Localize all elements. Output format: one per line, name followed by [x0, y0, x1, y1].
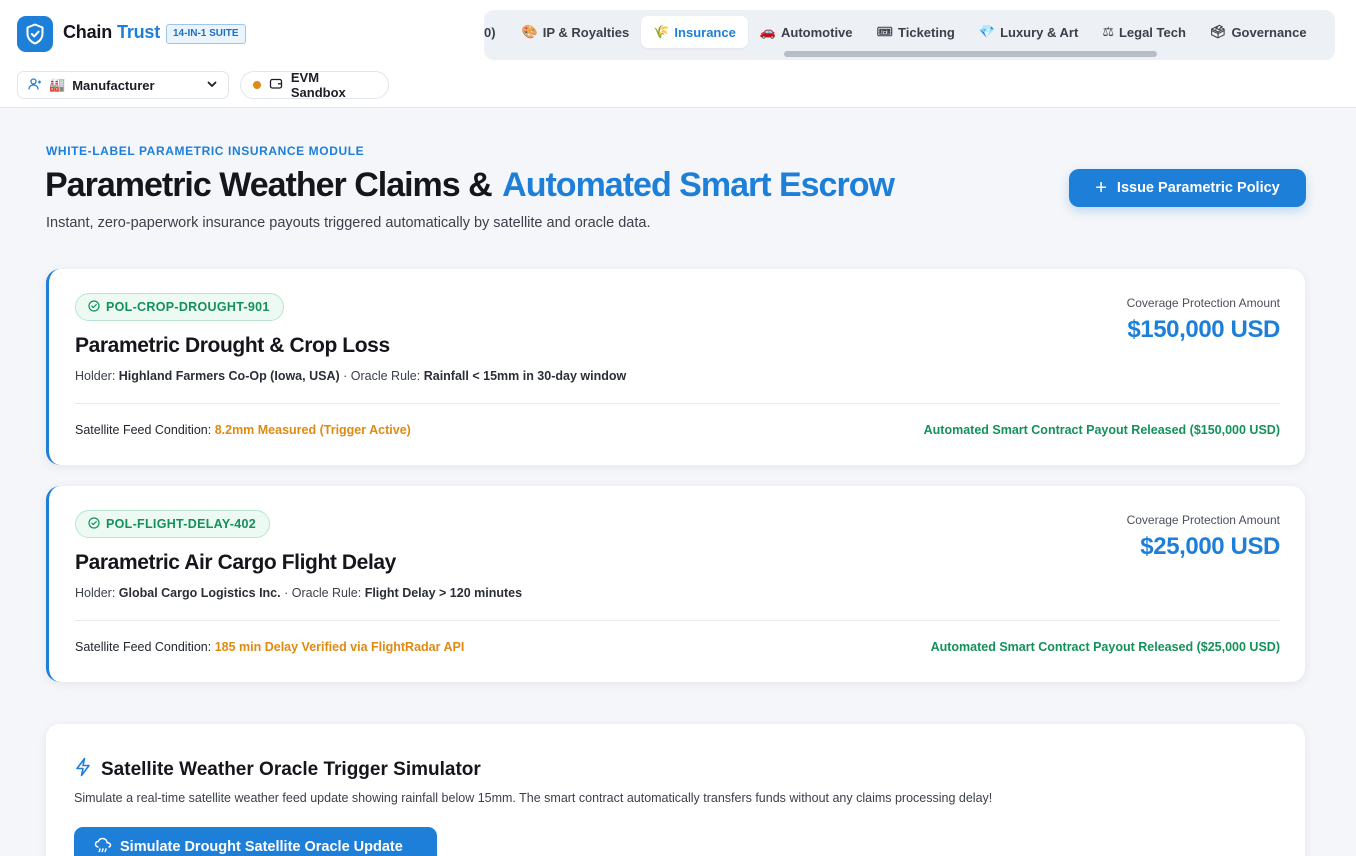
- lightning-icon: [74, 757, 92, 783]
- module-tabs: 0) 🎨 IP & Royalties 🌾 Insurance 🚗 Automotiv…: [484, 16, 1319, 48]
- tab-automotive[interactable]: 🚗 Automotive: [748, 16, 865, 48]
- feed-condition: Satellite Feed Condition: 185 min Delay …: [75, 640, 464, 654]
- payout-status: Automated Smart Contract Payout Released…: [930, 640, 1280, 654]
- palette-icon: 🎨: [521, 24, 538, 39]
- check-circle-icon: [88, 299, 100, 315]
- tab-governance[interactable]: 🗳 Governance: [1198, 16, 1319, 48]
- feed-condition: Satellite Feed Condition: 8.2mm Measured…: [75, 423, 411, 437]
- coverage-amount: $150,000 USD: [1127, 316, 1280, 343]
- brand-name[interactable]: Chain Trust: [63, 22, 160, 43]
- feed-label: Satellite Feed Condition:: [75, 640, 212, 654]
- policy-id-badge: POL-CROP-DROUGHT-901: [75, 293, 284, 321]
- feed-value: 8.2mm Measured (Trigger Active): [214, 423, 411, 437]
- tab-label: Insurance: [674, 24, 736, 40]
- network-selector[interactable]: EVM Sandbox: [240, 70, 389, 100]
- policy-id-badge: POL-FLIGHT-DELAY-402: [75, 510, 271, 538]
- ticket-icon: 🎟: [876, 24, 894, 39]
- network-status-dot: [253, 81, 261, 89]
- tab-label: 0): [484, 24, 496, 40]
- app-header: Chain Trust 14-IN-1 SUITE 🏭 Manufacturer …: [0, 0, 1356, 108]
- oracle-rule-value: Rainfall < 15mm in 30-day window: [423, 369, 627, 383]
- payout-status: Automated Smart Contract Payout Released…: [923, 423, 1280, 437]
- check-circle-icon: [88, 516, 100, 532]
- tab-label: Governance: [1231, 24, 1307, 40]
- ballot-box-icon: 🗳: [1209, 24, 1227, 39]
- coverage-amount: $25,000 USD: [1140, 533, 1280, 560]
- card-divider: [75, 620, 1280, 621]
- policy-card[interactable]: POL-CROP-DROUGHT-901 Parametric Drought …: [46, 269, 1305, 465]
- oracle-rule-value: Flight Delay > 120 minutes: [364, 586, 523, 600]
- card-divider: [75, 403, 1280, 404]
- simulator-title: Satellite Weather Oracle Trigger Simulat…: [74, 757, 481, 783]
- tab-luxury-art[interactable]: 💎 Luxury & Art: [967, 16, 1090, 48]
- plus-icon: +: [1095, 177, 1107, 199]
- tab-label: IP & Royalties: [542, 24, 630, 40]
- tab-label: Ticketing: [898, 24, 955, 40]
- brand-name-part2: Trust: [117, 22, 161, 42]
- coverage-label: Coverage Protection Amount: [1126, 296, 1280, 310]
- holder-label: Holder:: [75, 586, 116, 600]
- gem-icon: 💎: [978, 24, 996, 39]
- tabbar-scrollbar[interactable]: [784, 51, 1157, 57]
- tab-partial[interactable]: 0): [484, 16, 510, 48]
- holder-label: Holder:: [75, 369, 116, 383]
- network-label: EVM Sandbox: [290, 70, 346, 100]
- role-emoji: 🏭: [49, 77, 66, 92]
- feed-label: Satellite Feed Condition:: [75, 423, 212, 437]
- policy-meta: Holder: Global Cargo Logistics Inc. · Or…: [75, 586, 522, 600]
- tab-ip-royalties[interactable]: 🎨 IP & Royalties: [510, 16, 642, 48]
- policy-id: POL-FLIGHT-DELAY-402: [106, 517, 257, 531]
- scales-icon: ⚖: [1102, 24, 1114, 39]
- policy-card[interactable]: POL-FLIGHT-DELAY-402 Parametric Air Carg…: [46, 486, 1305, 682]
- role-selector[interactable]: 🏭 Manufacturer: [17, 71, 229, 99]
- tab-legal-tech[interactable]: ⚖ Legal Tech: [1090, 16, 1198, 48]
- policy-meta: Holder: Highland Farmers Co-Op (Iowa, US…: [75, 369, 626, 383]
- oracle-rule-label: · Oracle Rule:: [284, 586, 362, 600]
- cloud-rain-icon: [94, 837, 112, 856]
- holder-value: Highland Farmers Co-Op (Iowa, USA): [118, 369, 340, 383]
- tab-label: Luxury & Art: [1000, 24, 1079, 40]
- feed-value: 185 min Delay Verified via FlightRadar A…: [214, 640, 465, 654]
- simulate-oracle-button[interactable]: Simulate Drought Satellite Oracle Update: [74, 827, 437, 856]
- holder-value: Global Cargo Logistics Inc.: [118, 586, 281, 600]
- tab-label: Automotive: [781, 24, 853, 40]
- policy-id: POL-CROP-DROUGHT-901: [106, 300, 270, 314]
- tab-label: Legal Tech: [1118, 24, 1186, 40]
- simulator-description: Simulate a real-time satellite weather f…: [74, 791, 993, 805]
- tab-ticketing[interactable]: 🎟 Ticketing: [865, 16, 967, 48]
- module-eyebrow: WHITE-LABEL PARAMETRIC INSURANCE MODULE: [46, 144, 365, 158]
- simulate-oracle-label: Simulate Drought Satellite Oracle Update: [120, 839, 403, 855]
- wheat-icon: 🌾: [653, 24, 670, 39]
- module-tabbar[interactable]: 0) 🎨 IP & Royalties 🌾 Insurance 🚗 Automotiv…: [484, 10, 1335, 60]
- car-icon: 🚗: [759, 24, 777, 39]
- page-subtitle: Instant, zero-paperwork insurance payout…: [46, 215, 651, 231]
- wallet-icon: [269, 77, 283, 93]
- policy-name: Parametric Drought & Crop Loss: [75, 334, 390, 357]
- page-title-main: Parametric Weather Claims &: [45, 166, 493, 204]
- issue-policy-label: Issue Parametric Policy: [1116, 180, 1280, 196]
- simulator-title-text: Satellite Weather Oracle Trigger Simulat…: [101, 759, 481, 780]
- chevron-down-icon: [206, 78, 218, 93]
- suite-badge: 14-IN-1 SUITE: [166, 24, 246, 44]
- brand-name-part1: Chain: [63, 22, 113, 42]
- page-title-accent: Automated Smart Escrow: [502, 166, 895, 204]
- tab-insurance[interactable]: 🌾 Insurance: [641, 16, 748, 48]
- oracle-simulator-panel: Satellite Weather Oracle Trigger Simulat…: [46, 724, 1305, 856]
- role-value: Manufacturer: [72, 77, 155, 93]
- policy-name: Parametric Air Cargo Flight Delay: [75, 551, 396, 574]
- shield-icon[interactable]: [17, 16, 53, 52]
- issue-policy-button[interactable]: + Issue Parametric Policy: [1069, 169, 1306, 207]
- page-title: Parametric Weather Claims & Automated Sm…: [45, 166, 895, 205]
- coverage-label: Coverage Protection Amount: [1126, 513, 1280, 527]
- user-icon: [28, 77, 42, 94]
- oracle-rule-label: · Oracle Rule:: [343, 369, 421, 383]
